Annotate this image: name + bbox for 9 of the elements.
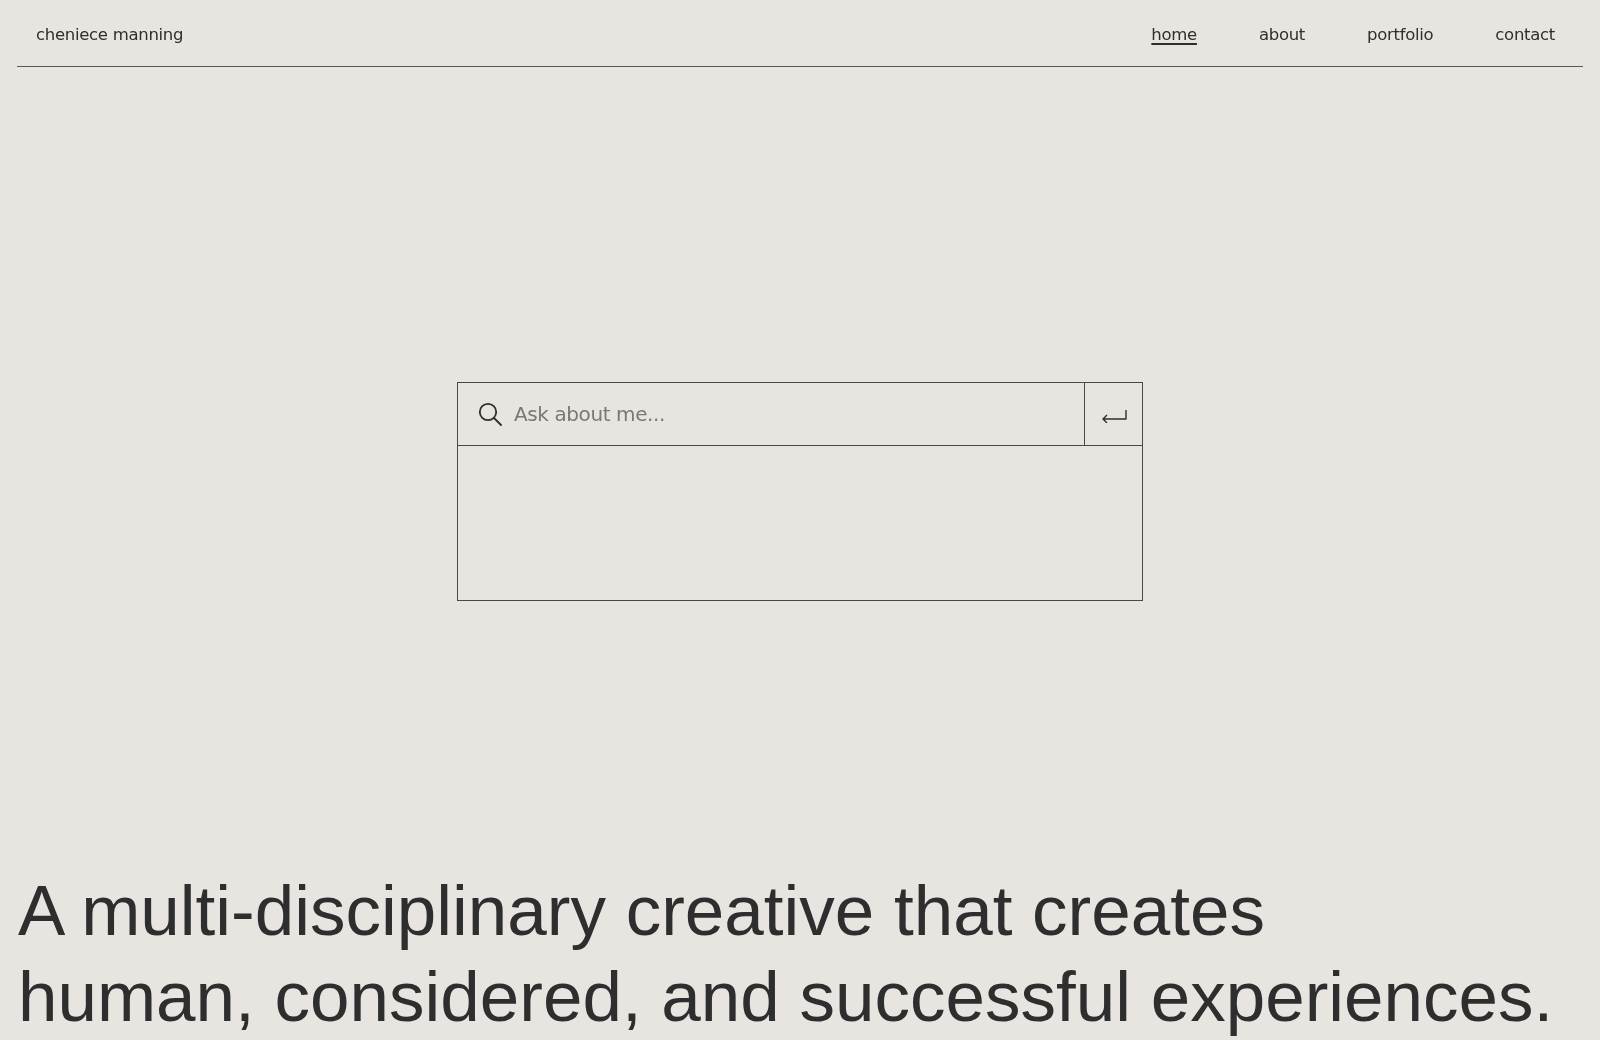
nav-link[interactable]: about <box>1258 24 1306 44</box>
nav-link[interactable]: home <box>1151 24 1197 44</box>
enter-button[interactable] <box>1084 382 1143 446</box>
nav-link[interactable]: contact <box>1495 24 1555 44</box>
hero-headline: A multi-disciplinary creative that creates human, considered, and successful experiences. <box>18 870 1554 1038</box>
nav-link[interactable]: portfolio <box>1367 24 1434 44</box>
site-logo[interactable]: cheniece manning <box>36 24 184 44</box>
search-icon <box>478 402 502 426</box>
return-arrow-icon <box>1100 409 1127 423</box>
